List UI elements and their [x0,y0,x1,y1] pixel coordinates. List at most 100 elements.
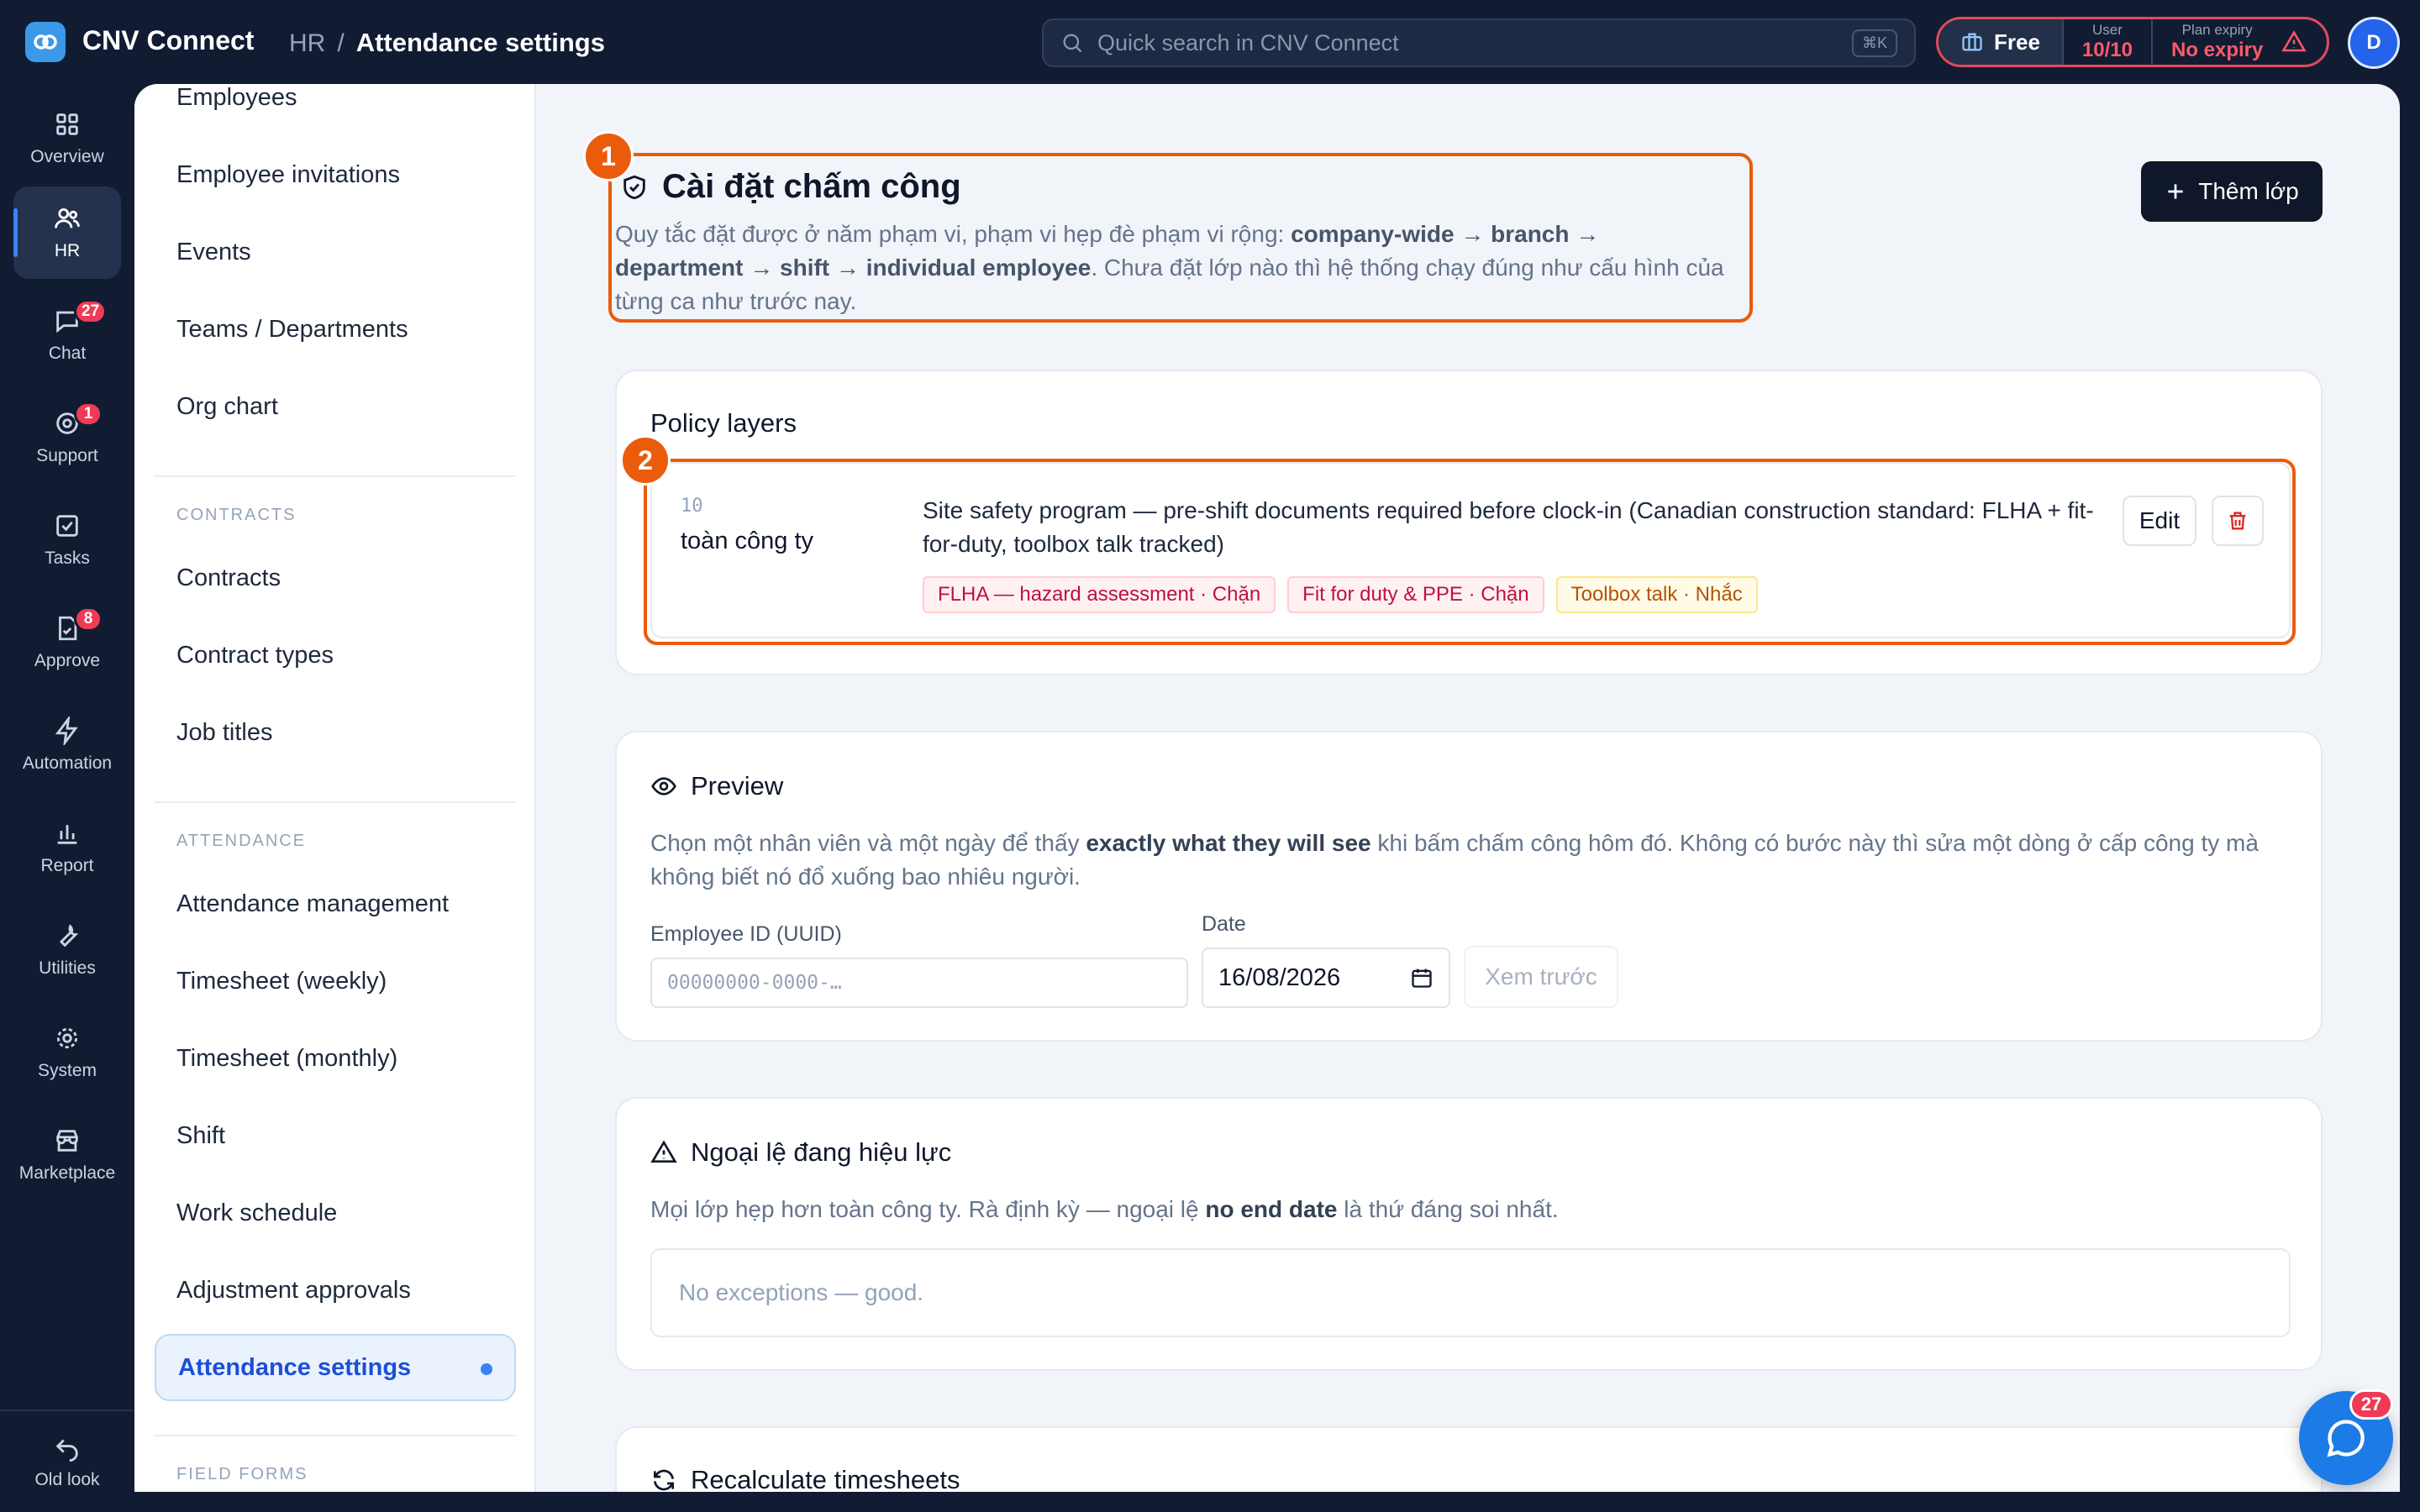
subnav-item-teams[interactable]: Teams / Departments [155,296,516,363]
plan-expiry-label: Plan expiry [2181,22,2253,38]
breadcrumb-current: Attendance settings [355,28,605,57]
subnav-item-contracts[interactable]: Contracts [155,544,516,612]
preview-button[interactable]: Xem trước [1464,946,1618,1008]
plan-user-label: User [2092,22,2123,38]
page-description: Quy tắc đặt được ở năm phạm vi, phạm vi … [615,218,1724,318]
add-layer-button[interactable]: Thêm lớp [2141,161,2323,222]
bolt-icon [55,717,78,745]
rail-item-report[interactable]: Report [13,801,121,894]
warning-icon [2281,30,2307,52]
rail-item-utilities[interactable]: Utilities [13,904,121,996]
search-shortcut-hint: ⌘K [1851,29,1897,57]
plan-status-pill[interactable]: Free User 10/10 Plan expiry No expiry [1936,17,2329,67]
rail-label: HR [54,241,81,260]
layer-scope: toàn công ty [681,528,813,554]
rail-item-support[interactable]: Support 1 [13,391,121,484]
policy-layer-row: 10 toàn công ty Site safety program — pr… [650,462,2291,638]
user-avatar[interactable]: D [2348,17,2400,69]
edit-layer-button[interactable]: Edit [2123,496,2196,546]
rail-label: Marketplace [18,1163,116,1183]
subnav-item-events[interactable]: Events [155,218,516,286]
global-search-input[interactable]: Quick search in CNV Connect ⌘K [1042,18,1916,67]
rail-item-chat[interactable]: Chat 27 [13,289,121,381]
rail-item-overview[interactable]: Overview [13,92,121,185]
rail-label: Support [36,446,98,465]
undo-icon [55,1439,78,1462]
plan-user-count: User 10/10 [2061,19,2151,65]
wrench-icon [59,924,79,948]
preview-title-text: Preview [691,771,784,801]
gear-icon [56,1027,78,1049]
desc-bold: exactly what they will see [1086,830,1371,856]
recalculate-card: Recalculate timesheets [615,1426,2323,1492]
app-logo-icon[interactable] [25,22,66,62]
warning-icon [650,1140,677,1163]
subnav-section-contracts: CONTRACTS [176,506,297,524]
subnav-divider [155,475,516,477]
rail-label: Report [40,856,94,875]
rail-item-tasks[interactable]: Tasks [13,494,121,586]
content-canvas: Employees Employee invitations Events Te… [134,84,2400,1492]
recalculate-title-text: Recalculate timesheets [691,1465,960,1492]
subnav-section-field-forms: FIELD FORMS [176,1465,308,1483]
approve-badge: 8 [74,606,103,632]
requirement-chip: Fit for duty & PPE · Chặn [1287,576,1544,613]
rail-item-hr[interactable]: HR [13,186,121,279]
page-title: Cài đặt chấm công [615,168,1724,206]
layer-priority: 10 [681,496,703,517]
layer-requirements: FLHA — hazard assessment · Chặn Fit for … [923,576,1758,613]
subnav-item-work-schedule[interactable]: Work schedule [155,1179,516,1247]
date-value: 16/08/2026 [1218,963,1341,991]
top-bar: CNV Connect HR / Attendance settings Qui… [0,0,2420,84]
subnav-item-attendance-management[interactable]: Attendance management [155,870,516,937]
rail-item-system[interactable]: System [13,1006,121,1099]
rail-divider [0,1410,134,1411]
subnav-item-employees[interactable]: Employees [155,84,516,131]
employee-id-input[interactable]: 00000000-0000-… [650,958,1188,1008]
rail-item-automation[interactable]: Automation [13,699,121,791]
date-label: Date [1202,912,1246,936]
calendar-icon[interactable] [1410,966,1434,990]
desc-bold: no end date [1205,1196,1338,1222]
trash-icon [2229,512,2246,530]
date-input[interactable]: 16/08/2026 [1202,948,1450,1008]
rail-item-approve[interactable]: Approve 8 [13,596,121,689]
annotation-marker-1: 1 [583,131,634,181]
delete-layer-button[interactable] [2212,496,2264,546]
policy-layers-card: Policy layers 10 toàn công ty Site safet… [615,370,2323,675]
support-badge: 1 [74,402,103,427]
plan-expiry: Plan expiry No expiry [2150,19,2281,65]
rail-item-marketplace[interactable]: Marketplace [13,1109,121,1201]
rail-label: Utilities [39,958,96,978]
rail-label: System [37,1061,97,1080]
users-icon [55,207,80,228]
plan-tier[interactable]: Free [1939,19,2062,65]
subnav-item-attendance-settings[interactable]: Attendance settings [155,1334,516,1401]
subnav-item-job-titles[interactable]: Job titles [155,699,516,766]
subnav-item-timesheet-monthly[interactable]: Timesheet (monthly) [155,1025,516,1092]
rail-label: Tasks [45,549,90,568]
subnav-item-timesheet-weekly[interactable]: Timesheet (weekly) [155,948,516,1015]
preview-description: Chọn một nhân viên và một ngày để thấy e… [650,827,2289,894]
subnav-divider [155,801,516,803]
search-icon [1063,34,1082,53]
annotation-marker-2: 2 [620,435,671,486]
old-look-button[interactable]: Old look [13,1420,121,1504]
plan-user-value: 10/10 [2081,39,2133,61]
breadcrumb-separator: / [337,29,345,57]
subnav-item-employee-invitations[interactable]: Employee invitations [155,141,516,208]
exceptions-title-text: Ngoại lệ đang hiệu lực [691,1137,952,1167]
plan-expiry-value: No expiry [2170,39,2264,61]
subnav-item-shift[interactable]: Shift [155,1102,516,1169]
add-layer-label: Thêm lớp [2198,178,2299,204]
requirement-chip: FLHA — hazard assessment · Chặn [923,576,1276,613]
hr-subnav: Employees Employee invitations Events Te… [134,84,536,1492]
breadcrumb-parent[interactable]: HR [289,29,325,58]
app-name[interactable]: CNV Connect [82,25,254,56]
subnav-item-org-chart[interactable]: Org chart [155,373,516,440]
subnav-item-contract-types[interactable]: Contract types [155,622,516,689]
rail-label: Approve [34,651,101,670]
subnav-item-adjustment-approvals[interactable]: Adjustment approvals [155,1257,516,1324]
exceptions-card: Ngoại lệ đang hiệu lực Mọi lớp hẹp hơn t… [615,1097,2323,1371]
exceptions-title: Ngoại lệ đang hiệu lực [650,1137,951,1168]
